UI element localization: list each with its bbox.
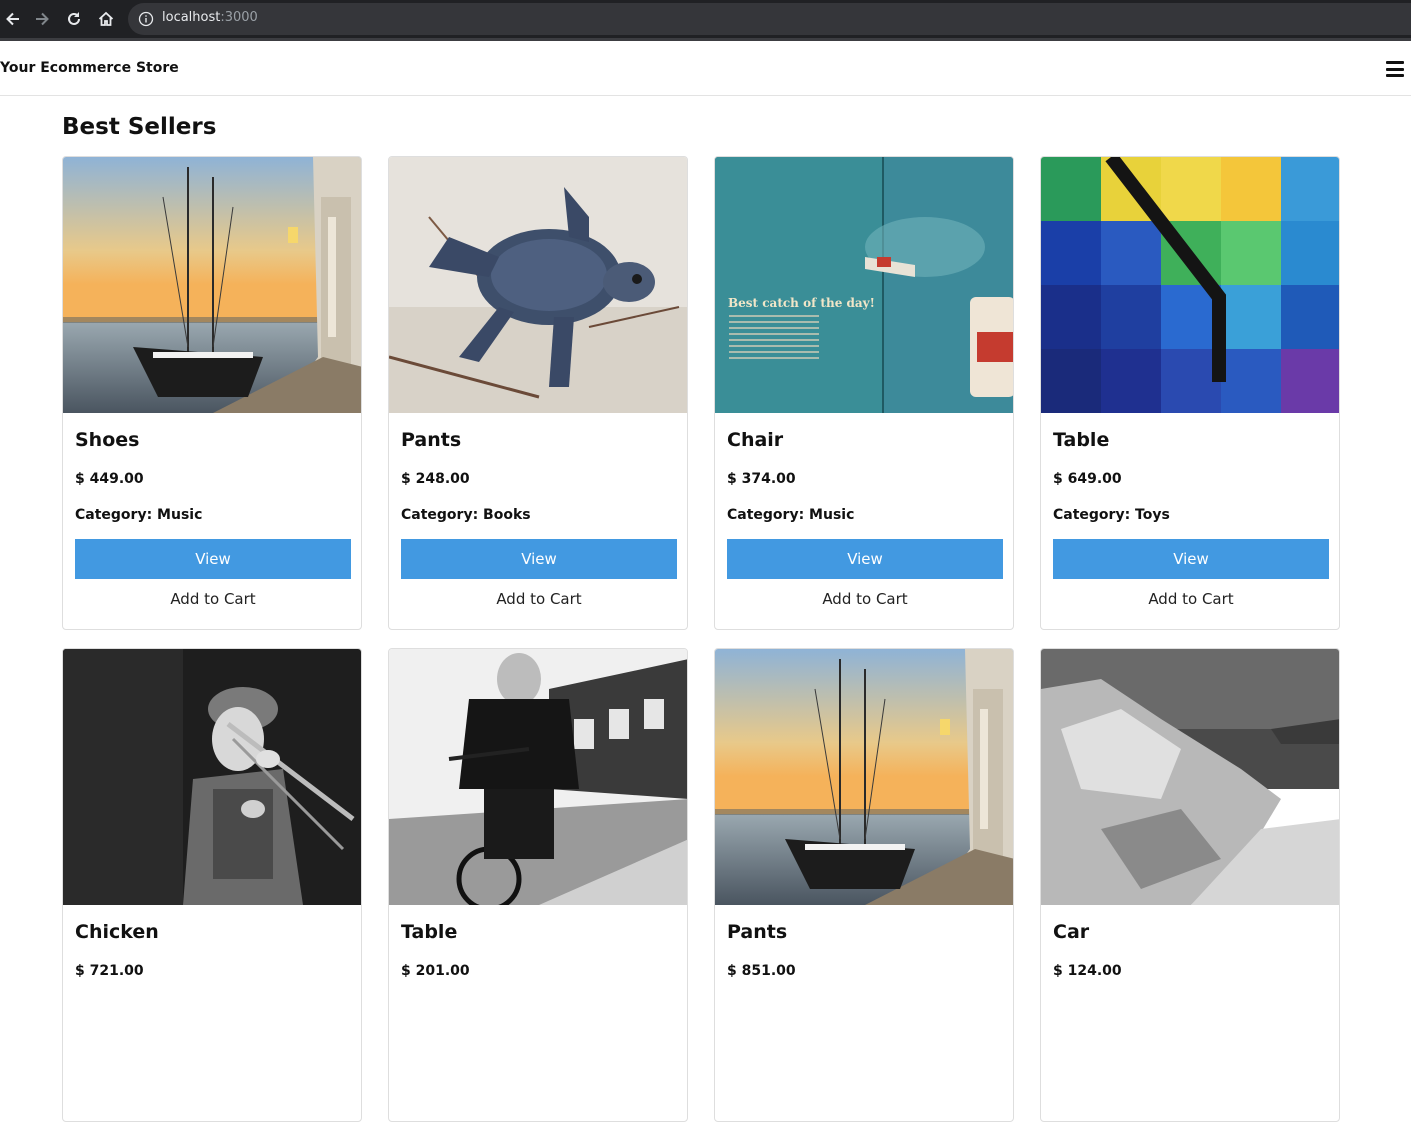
magazine-headline: Best catch of the day!	[728, 296, 875, 310]
hamburger-menu-icon[interactable]	[1385, 60, 1405, 78]
product-price: $ 201.00	[401, 963, 470, 979]
home-icon[interactable]	[93, 6, 119, 32]
product-image-colorful-wall[interactable]	[1041, 157, 1339, 413]
product-price: $ 248.00	[401, 471, 470, 487]
product-category: Category: Toys	[1053, 507, 1170, 523]
product-price: $ 721.00	[75, 963, 144, 979]
product-price: $ 124.00	[1053, 963, 1122, 979]
product-price: $ 851.00	[727, 963, 796, 979]
add-to-cart-button[interactable]: Add to Cart	[727, 587, 1003, 611]
product-name: Pants	[401, 429, 462, 451]
site-info-icon[interactable]	[138, 11, 154, 27]
store-brand[interactable]: Your Ecommerce Store	[0, 60, 179, 76]
product-card: Chicken $ 721.00	[62, 648, 362, 1122]
product-image-rocky-coast[interactable]	[1041, 649, 1339, 905]
browser-toolbar: localhost:3000	[0, 0, 1411, 41]
product-image-trombone-player[interactable]	[63, 649, 361, 905]
address-bar[interactable]: localhost:3000	[128, 3, 1411, 35]
product-image-cyclist[interactable]	[389, 649, 687, 905]
product-name: Pants	[727, 921, 788, 943]
product-category: Category: Music	[727, 507, 855, 523]
product-price: $ 649.00	[1053, 471, 1122, 487]
section-title: Best Sellers	[62, 114, 217, 140]
product-image-turtle[interactable]	[389, 157, 687, 413]
view-button[interactable]: View	[401, 539, 677, 579]
product-image-magazine-ad[interactable]: Best catch of the day!	[715, 157, 1013, 413]
product-name: Shoes	[75, 429, 140, 451]
site-navbar: Your Ecommerce Store	[0, 41, 1411, 96]
forward-arrow-icon[interactable]	[29, 6, 55, 32]
reload-icon[interactable]	[61, 6, 87, 32]
product-price: $ 449.00	[75, 471, 144, 487]
view-button[interactable]: View	[1053, 539, 1329, 579]
product-name: Table	[1053, 429, 1110, 451]
view-button[interactable]: View	[727, 539, 1003, 579]
product-category: Category: Music	[75, 507, 203, 523]
url-port: :3000	[220, 10, 258, 25]
product-card: Shoes $ 449.00 Category: Music View Add …	[62, 156, 362, 630]
product-card: Pants $ 851.00	[714, 648, 1014, 1122]
product-name: Car	[1053, 921, 1090, 943]
product-card: Table $ 201.00	[388, 648, 688, 1122]
product-category: Category: Books	[401, 507, 531, 523]
product-image-sailboat[interactable]	[715, 649, 1013, 905]
url-host: localhost	[162, 10, 221, 25]
product-image-sailboat[interactable]	[63, 157, 361, 413]
product-price: $ 374.00	[727, 471, 796, 487]
add-to-cart-button[interactable]: Add to Cart	[401, 587, 677, 611]
product-name: Chicken	[75, 921, 159, 943]
product-card: Table $ 649.00 Category: Toys View Add t…	[1040, 156, 1340, 630]
product-card: Best catch of the day! Chair $ 374.00 Ca…	[714, 156, 1014, 630]
view-button[interactable]: View	[75, 539, 351, 579]
add-to-cart-button[interactable]: Add to Cart	[75, 587, 351, 611]
product-name: Table	[401, 921, 458, 943]
url-text: localhost:3000	[162, 10, 258, 25]
add-to-cart-button[interactable]: Add to Cart	[1053, 587, 1329, 611]
product-card: Car $ 124.00	[1040, 648, 1340, 1122]
back-arrow-icon[interactable]	[0, 6, 26, 32]
product-name: Chair	[727, 429, 784, 451]
product-card: Pants $ 248.00 Category: Books View Add …	[388, 156, 688, 630]
